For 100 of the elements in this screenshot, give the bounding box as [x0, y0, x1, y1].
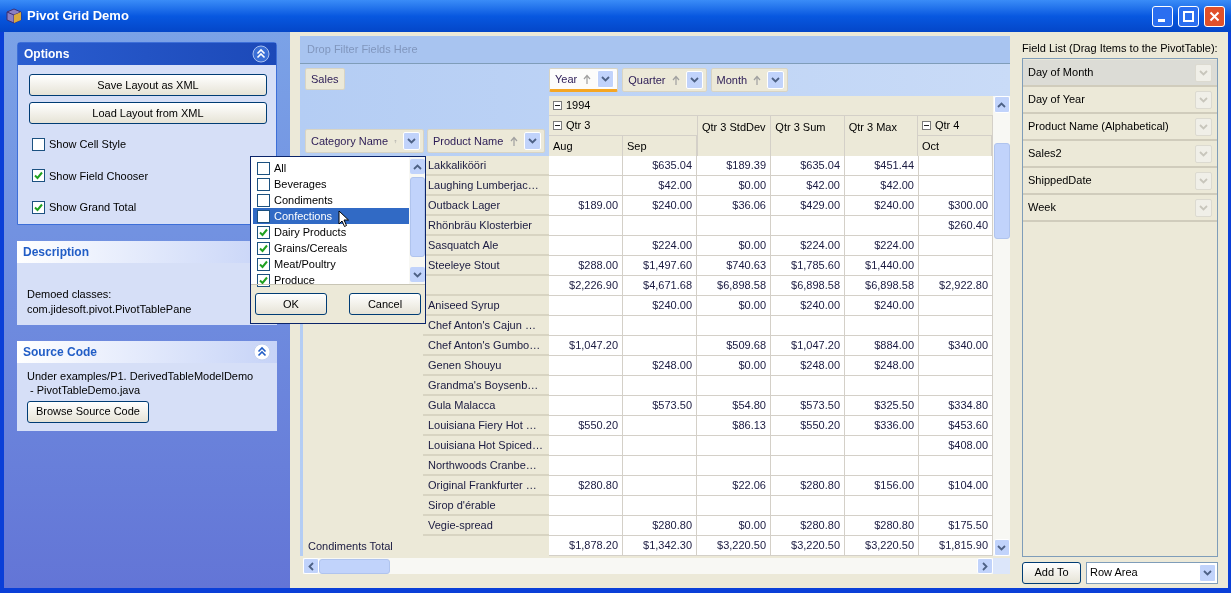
filter-item[interactable]: Produce: [253, 272, 409, 288]
add-to-button[interactable]: Add To: [1022, 561, 1081, 584]
collapse-icon[interactable]: [553, 121, 562, 130]
close-icon: [1209, 10, 1220, 22]
table-cell: $240.00: [845, 196, 919, 216]
scroll-right-button[interactable]: [977, 558, 993, 574]
ok-button[interactable]: OK: [255, 293, 327, 315]
field-list-item[interactable]: Day of Month: [1023, 60, 1217, 87]
chevron-down-icon: [1198, 150, 1208, 157]
table-cell: $248.00: [771, 356, 845, 376]
table-cell: $0.00: [697, 356, 771, 376]
table-cell: $280.80: [771, 476, 845, 496]
filter-item-label: Confections: [274, 208, 333, 224]
chevron-down-icon: [771, 77, 781, 83]
table-cell: $3,220.50: [697, 536, 771, 556]
window-title: Pivot Grid Demo: [27, 7, 130, 26]
field-label: Month: [716, 72, 748, 88]
filter-item-label: All: [274, 160, 287, 176]
mouse-cursor-icon: [338, 210, 350, 228]
chevron-down-icon: [407, 138, 416, 144]
table-cell: $1,047.20: [549, 336, 623, 356]
field-button[interactable]: Product Name: [427, 129, 545, 153]
close-button[interactable]: [1204, 5, 1225, 27]
field-label: Category Name: [311, 133, 389, 149]
chevron-down-icon: [1198, 96, 1208, 103]
field-button[interactable]: Category Name: [305, 129, 424, 153]
field-button[interactable]: Month: [710, 68, 789, 92]
table-cell: $573.50: [623, 396, 697, 416]
scroll-down-button[interactable]: [993, 539, 1010, 556]
checkbox[interactable]: [257, 257, 270, 271]
filter-item[interactable]: Beverages: [253, 176, 409, 192]
scroll-down-button[interactable]: [409, 267, 425, 282]
collapse-icon[interactable]: [553, 101, 562, 110]
checkbox[interactable]: [32, 169, 45, 183]
scroll-thumb[interactable]: [993, 143, 1010, 239]
layout-button[interactable]: Load Layout from XML: [29, 102, 267, 124]
table-cell: $550.20: [549, 416, 623, 436]
scroll-up-button[interactable]: [409, 159, 425, 174]
checkbox-label: Show Grand Total: [49, 200, 137, 215]
table-cell: $334.80: [919, 396, 993, 416]
table-cell: $224.00: [623, 236, 697, 256]
table-cell: $189.00: [549, 196, 623, 216]
checkbox[interactable]: [32, 200, 45, 214]
scroll-up-button[interactable]: [993, 96, 1010, 113]
filter-item-label: Grains/Cereals: [274, 240, 348, 256]
scroll-thumb[interactable]: [319, 558, 390, 574]
chevron-down-icon: [1202, 569, 1212, 576]
table-cell: $175.50: [919, 516, 993, 536]
table-cell: $36.06: [697, 196, 771, 216]
checkbox[interactable]: [257, 273, 270, 287]
table-cell: $1,342.30: [623, 536, 697, 556]
area-select[interactable]: Row Area: [1086, 561, 1218, 584]
popup-scrollbar[interactable]: [409, 157, 425, 284]
vertical-scrollbar[interactable]: [993, 96, 1010, 556]
filter-item[interactable]: Meat/Poultry: [253, 256, 409, 272]
description-text: Demoed classes:: [27, 286, 113, 302]
minimize-button[interactable]: [1152, 5, 1173, 27]
table-cell: $156.00: [845, 476, 919, 496]
browse-source-button[interactable]: Browse Source Code: [27, 400, 149, 423]
cancel-button[interactable]: Cancel: [349, 293, 421, 315]
checkbox[interactable]: [257, 193, 270, 207]
checkbox[interactable]: [257, 209, 270, 223]
table-cell: $288.00: [549, 256, 623, 276]
table-cell: $573.50: [771, 396, 845, 416]
table-cell: $42.00: [845, 176, 919, 196]
data-field-button[interactable]: Sales: [305, 68, 345, 90]
chevron-down-icon: [412, 271, 422, 278]
filter-item[interactable]: Grains/Cereals: [253, 240, 409, 256]
table-cell: $224.00: [845, 236, 919, 256]
table-cell: $740.63: [697, 256, 771, 276]
collapse-icon[interactable]: [922, 121, 931, 130]
horizontal-scrollbar[interactable]: [303, 558, 993, 574]
filter-item-label: Dairy Products: [274, 224, 347, 240]
checkbox[interactable]: [257, 241, 270, 255]
sort-arrow-icon: [583, 73, 592, 85]
chevron-up-icon: [412, 163, 422, 170]
table-cell: $240.00: [623, 196, 697, 216]
row-header: Condiments Total: [307, 538, 394, 554]
table-cell: $1,815.90: [919, 536, 993, 556]
filter-item[interactable]: Condiments: [253, 192, 409, 208]
checkbox[interactable]: [257, 177, 270, 191]
scroll-left-button[interactable]: [303, 558, 319, 574]
checkbox[interactable]: [257, 225, 270, 239]
checkbox[interactable]: [257, 161, 270, 175]
table-cell: $451.44: [845, 156, 919, 176]
table-cell: $408.00: [919, 436, 993, 456]
filter-item[interactable]: All: [253, 160, 409, 176]
field-button[interactable]: Quarter: [622, 68, 707, 92]
filter-item[interactable]: Dairy Products: [253, 224, 409, 240]
table-cell: $240.00: [623, 296, 697, 316]
collapse-icon[interactable]: [252, 45, 270, 63]
filter-item[interactable]: Confections: [253, 208, 409, 224]
table-cell: $224.00: [771, 236, 845, 256]
table-cell: $42.00: [623, 176, 697, 196]
field-button[interactable]: Year: [549, 68, 619, 92]
scrollbar-corner: [993, 558, 1010, 574]
maximize-button[interactable]: [1178, 5, 1199, 27]
checkbox[interactable]: [32, 137, 45, 151]
scroll-thumb[interactable]: [409, 177, 425, 257]
layout-button[interactable]: Save Layout as XML: [29, 74, 267, 96]
